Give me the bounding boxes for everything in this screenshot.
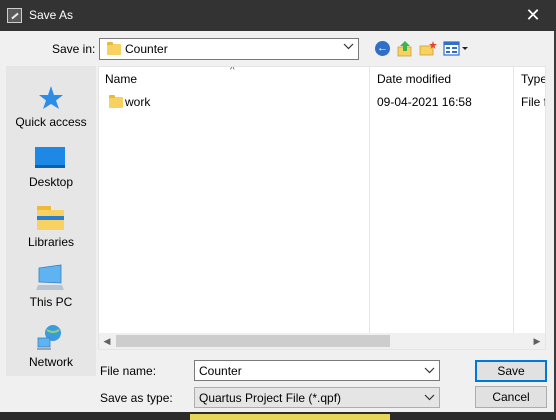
place-label: Quick access	[15, 115, 87, 129]
place-libraries[interactable]: Libraries	[6, 194, 96, 252]
file-list[interactable]: ^ Name Date modified Type work 09-04-202…	[98, 66, 546, 350]
file-name-field[interactable]: Counter	[194, 360, 440, 381]
new-folder-button[interactable]	[419, 40, 437, 58]
save-as-type-dropdown[interactable]: Quartus Project File (*.qpf)	[194, 387, 440, 408]
file-type: File fo	[521, 95, 545, 109]
close-button[interactable]: ✕	[510, 0, 556, 31]
up-folder-button[interactable]	[396, 40, 414, 58]
background-taskbar-strip	[0, 412, 556, 420]
views-menu-button[interactable]	[443, 40, 469, 58]
place-label: Desktop	[28, 175, 74, 189]
folder-icon	[107, 42, 121, 55]
sort-ascending-icon: ^	[230, 66, 235, 76]
folder-icon	[109, 95, 123, 108]
cancel-button[interactable]: Cancel	[475, 386, 547, 408]
file-name: work	[125, 95, 151, 109]
file-name-label: File name:	[100, 364, 157, 378]
place-desktop[interactable]: Desktop	[6, 134, 96, 192]
chevron-down-icon[interactable]	[424, 365, 435, 376]
save-in-label: Save in:	[52, 42, 96, 56]
scroll-thumb[interactable]	[116, 335, 390, 347]
back-button[interactable]: ←	[374, 40, 392, 58]
save-as-type-label: Save as type:	[100, 391, 173, 405]
place-label: This PC	[29, 295, 73, 309]
new-folder-icon	[419, 41, 437, 56]
up-folder-icon	[397, 41, 412, 57]
places-bar: Quick access Desktop Libraries This PC N…	[6, 66, 96, 376]
place-this-pc[interactable]: This PC	[6, 254, 96, 312]
window-title: Save As	[29, 8, 74, 22]
star-icon	[39, 86, 63, 109]
file-name-value: Counter	[199, 364, 242, 378]
network-icon	[37, 325, 61, 350]
desktop-icon	[35, 147, 65, 168]
horizontal-scrollbar[interactable]: ◀ ▶	[99, 333, 545, 349]
save-as-dialog: Save As ✕ Save in: Counter ← Quick acces…	[0, 0, 556, 420]
scroll-right-icon[interactable]: ▶	[531, 335, 543, 347]
save-as-type-value: Quartus Project File (*.qpf)	[199, 391, 342, 405]
place-label: Libraries	[27, 235, 75, 249]
back-arrow-icon: ←	[375, 41, 390, 56]
scroll-left-icon[interactable]: ◀	[101, 335, 113, 347]
save-button[interactable]: Save	[475, 360, 547, 382]
title-bar: Save As ✕	[0, 0, 556, 31]
chevron-down-icon	[343, 43, 354, 50]
app-icon	[7, 8, 22, 23]
save-in-dropdown[interactable]: Counter	[99, 38, 359, 60]
file-date: 09-04-2021 16:58	[377, 95, 472, 109]
chevron-down-icon	[424, 394, 435, 401]
view-menu-icon	[443, 41, 468, 56]
computer-icon	[36, 264, 64, 290]
save-in-value: Counter	[125, 42, 168, 56]
libraries-icon	[37, 206, 64, 230]
place-label: Network	[28, 355, 73, 369]
file-row[interactable]: work 09-04-2021 16:58 File fo	[99, 91, 545, 111]
place-network[interactable]: Network	[6, 314, 96, 372]
place-quick-access[interactable]: Quick access	[6, 74, 96, 132]
